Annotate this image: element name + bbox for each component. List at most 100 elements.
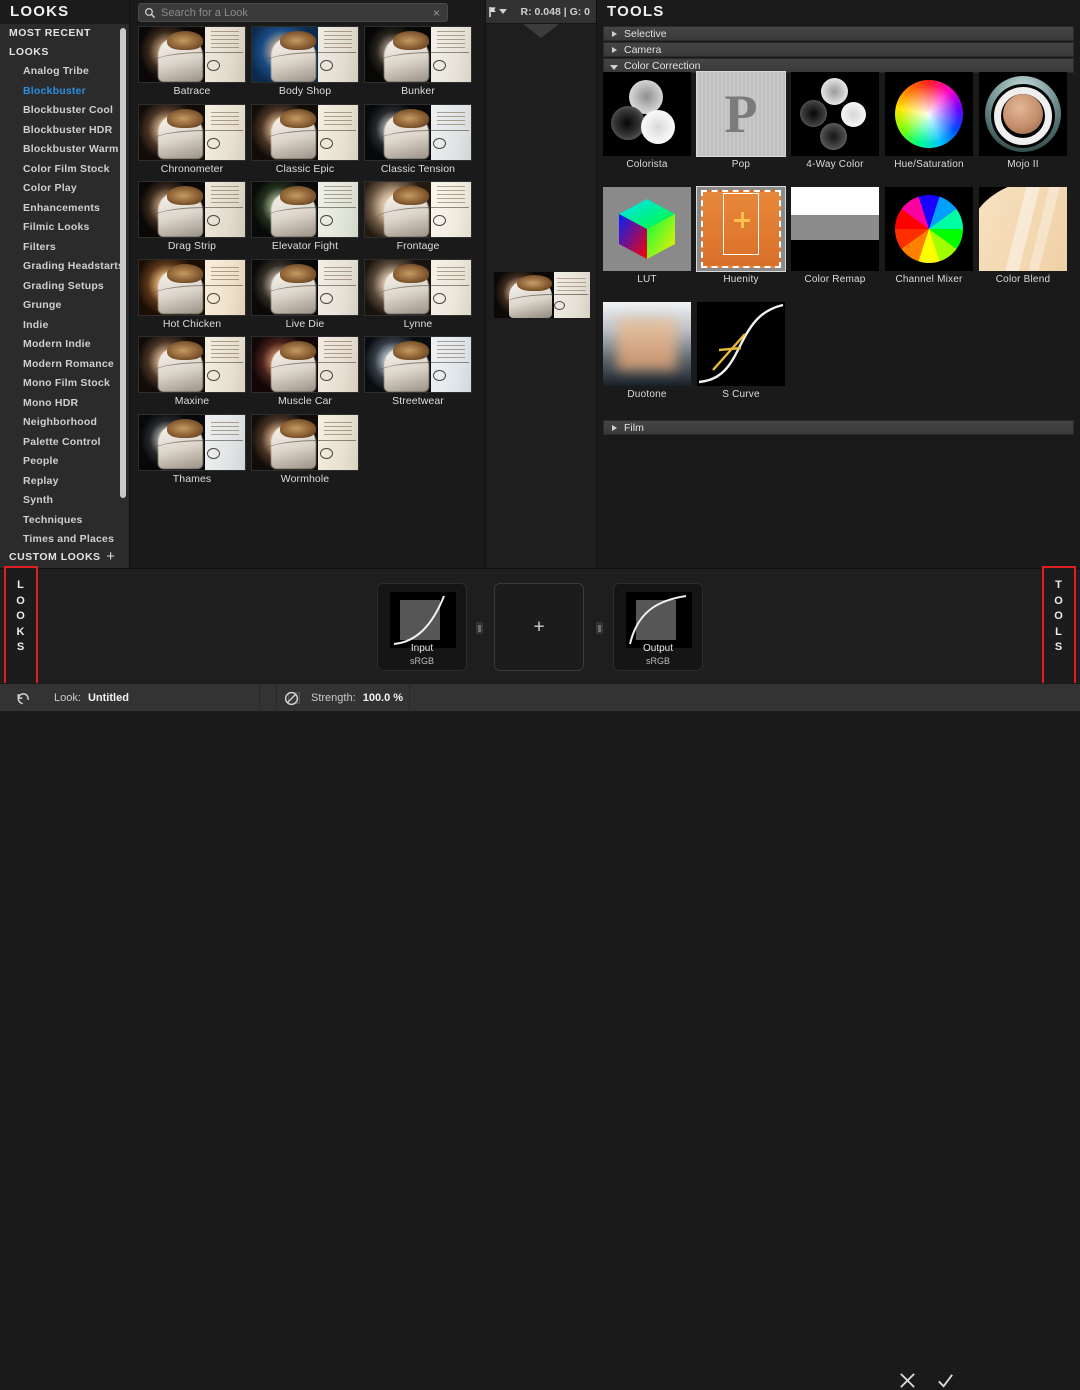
look-thumbnail[interactable] bbox=[251, 413, 359, 471]
look-thumbnail[interactable] bbox=[138, 103, 246, 161]
tool-section-selective[interactable]: Selective bbox=[603, 26, 1074, 41]
sidebar-item-people[interactable]: People bbox=[0, 452, 129, 472]
node-input[interactable]: Input sRGB bbox=[377, 583, 467, 671]
tool-item-s-curve[interactable]: S Curve bbox=[697, 302, 785, 400]
s-curve-icon[interactable] bbox=[697, 302, 785, 386]
look-item[interactable]: Frontage bbox=[364, 181, 472, 252]
sidebar-item-replay[interactable]: Replay bbox=[0, 472, 129, 492]
panel-tab-looks[interactable]: LOOKS bbox=[4, 566, 38, 688]
mojo-ring-icon[interactable] bbox=[979, 72, 1067, 156]
sidebar-item-grading-setups[interactable]: Grading Setups bbox=[0, 277, 129, 297]
sidebar-item-filmic-looks[interactable]: Filmic Looks bbox=[0, 218, 129, 238]
sidebar-item-times-and-places[interactable]: Times and Places bbox=[0, 530, 129, 546]
custom-looks-row[interactable]: CUSTOM LOOKS + bbox=[0, 546, 129, 568]
tool-section-camera[interactable]: Camera bbox=[603, 42, 1074, 57]
sidebar-item-modern-romance[interactable]: Modern Romance bbox=[0, 355, 129, 375]
lut-cube-icon[interactable] bbox=[603, 187, 691, 271]
look-thumbnail[interactable] bbox=[251, 336, 359, 393]
tool-item-hue-saturation[interactable]: Hue/Saturation bbox=[885, 72, 973, 170]
look-thumbnail[interactable] bbox=[138, 26, 246, 83]
viewer-preview-image[interactable] bbox=[494, 272, 590, 318]
look-item[interactable]: Drag Strip bbox=[138, 181, 246, 252]
look-thumbnail[interactable] bbox=[251, 103, 359, 161]
look-item[interactable]: Live Die bbox=[251, 258, 359, 330]
look-item[interactable]: Classic Tension bbox=[364, 103, 472, 175]
panel-tab-tools[interactable]: TOOLS bbox=[1042, 566, 1076, 688]
look-item[interactable]: Wormhole bbox=[251, 413, 359, 485]
color-remap-bars-icon[interactable] bbox=[791, 187, 879, 271]
flag-icon[interactable] bbox=[488, 6, 498, 18]
hue-saturation-icon[interactable] bbox=[885, 72, 973, 156]
sidebar-item-modern-indie[interactable]: Modern Indie bbox=[0, 335, 129, 355]
node-output[interactable]: Output sRGB bbox=[613, 583, 703, 671]
tool-item-lut[interactable]: LUT bbox=[603, 187, 691, 285]
sidebar-item-enhancements[interactable]: Enhancements bbox=[0, 199, 129, 219]
tool-section-film[interactable]: Film bbox=[603, 420, 1074, 435]
look-item[interactable]: Classic Epic bbox=[251, 103, 359, 175]
sidebar-item-palette-control[interactable]: Palette Control bbox=[0, 433, 129, 453]
sidebar-scrollbar[interactable] bbox=[120, 28, 126, 498]
sidebar-item-color-play[interactable]: Color Play bbox=[0, 179, 129, 199]
tool-item-huenity[interactable]: Huenity bbox=[696, 186, 786, 285]
sidebar-item-grunge[interactable]: Grunge bbox=[0, 296, 129, 316]
add-node-icon[interactable]: + bbox=[533, 618, 544, 637]
look-thumbnail[interactable] bbox=[251, 258, 359, 316]
colorista-balls-icon[interactable] bbox=[603, 72, 691, 156]
sidebar-item-synth[interactable]: Synth bbox=[0, 491, 129, 511]
tool-item-duotone[interactable]: Duotone bbox=[603, 302, 691, 400]
sidebar-item-filters[interactable]: Filters bbox=[0, 238, 129, 258]
sidebar-item-techniques[interactable]: Techniques bbox=[0, 511, 129, 531]
sidebar-item-grading-headstarts[interactable]: Grading Headstarts bbox=[0, 257, 129, 277]
tool-item-color-blend[interactable]: Color Blend bbox=[979, 187, 1067, 285]
look-thumbnail[interactable] bbox=[138, 336, 246, 393]
duotone-gradient-icon[interactable] bbox=[603, 302, 691, 386]
look-item[interactable]: Elevator Fight bbox=[251, 181, 359, 252]
sidebar-item-mono-hdr[interactable]: Mono HDR bbox=[0, 394, 129, 414]
tool-section-color-correction[interactable]: Color Correction bbox=[603, 58, 1074, 73]
tool-item-channel-mixer[interactable]: Channel Mixer bbox=[885, 187, 973, 285]
tool-item-colorista[interactable]: Colorista bbox=[603, 72, 691, 170]
sidebar-item-blockbuster-warm[interactable]: Blockbuster Warm bbox=[0, 140, 129, 160]
four-way-color-icon[interactable] bbox=[791, 72, 879, 156]
look-item[interactable]: Lynne bbox=[364, 258, 472, 330]
sidebar-item-indie[interactable]: Indie bbox=[0, 316, 129, 336]
add-custom-look-icon[interactable]: + bbox=[106, 549, 115, 565]
search-input[interactable]: Search for a Look × bbox=[138, 3, 448, 22]
look-item[interactable]: Body Shop bbox=[251, 26, 359, 97]
look-item[interactable]: Maxine bbox=[138, 336, 246, 407]
status-strength-field[interactable]: Strength: 100.0 % bbox=[276, 684, 410, 712]
sidebar-scroll-region[interactable]: MOST RECENT LOOKS Analog Tribe Blockbuste… bbox=[0, 24, 129, 546]
color-blend-icon[interactable] bbox=[979, 187, 1067, 271]
node-connector-right[interactable] bbox=[596, 622, 603, 634]
tool-item-4-way-color[interactable]: 4-Way Color bbox=[791, 72, 879, 170]
sidebar-item-blockbuster[interactable]: Blockbuster bbox=[0, 82, 129, 102]
tool-item-pop[interactable]: P Pop bbox=[696, 71, 786, 170]
look-thumbnail[interactable] bbox=[364, 336, 472, 393]
look-thumbnail[interactable] bbox=[364, 26, 472, 83]
node-add-slot[interactable]: + bbox=[494, 583, 584, 671]
look-item[interactable]: Streetwear bbox=[364, 336, 472, 407]
look-item[interactable]: Thames bbox=[138, 413, 246, 485]
tool-item-mojo-ii[interactable]: Mojo II bbox=[979, 72, 1067, 170]
node-connector-left[interactable] bbox=[476, 622, 483, 634]
look-thumbnail[interactable] bbox=[138, 413, 246, 471]
look-thumbnail[interactable] bbox=[138, 258, 246, 316]
channel-mixer-wheel-icon[interactable] bbox=[885, 187, 973, 271]
reset-arrow-icon[interactable] bbox=[16, 691, 31, 706]
look-thumbnail[interactable] bbox=[138, 181, 246, 238]
look-thumbnail[interactable] bbox=[364, 181, 472, 238]
look-thumbnail[interactable] bbox=[364, 103, 472, 161]
chevron-down-icon[interactable] bbox=[499, 9, 507, 14]
sidebar-item-blockbuster-cool[interactable]: Blockbuster Cool bbox=[0, 101, 129, 121]
look-item[interactable]: Muscle Car bbox=[251, 336, 359, 407]
cancel-x-icon[interactable] bbox=[898, 1371, 917, 1390]
look-item[interactable]: Bunker bbox=[364, 26, 472, 97]
tool-item-color-remap[interactable]: Color Remap bbox=[791, 187, 879, 285]
look-item[interactable]: Chronometer bbox=[138, 103, 246, 175]
look-thumbnail[interactable] bbox=[364, 258, 472, 316]
look-item[interactable]: Batrace bbox=[138, 26, 246, 97]
sidebar-item-analog-tribe[interactable]: Analog Tribe bbox=[0, 62, 129, 82]
sidebar-item-neighborhood[interactable]: Neighborhood bbox=[0, 413, 129, 433]
viewer-toolbar[interactable]: R: 0.048 | G: 0 bbox=[486, 0, 596, 24]
accept-check-icon[interactable] bbox=[936, 1371, 955, 1390]
